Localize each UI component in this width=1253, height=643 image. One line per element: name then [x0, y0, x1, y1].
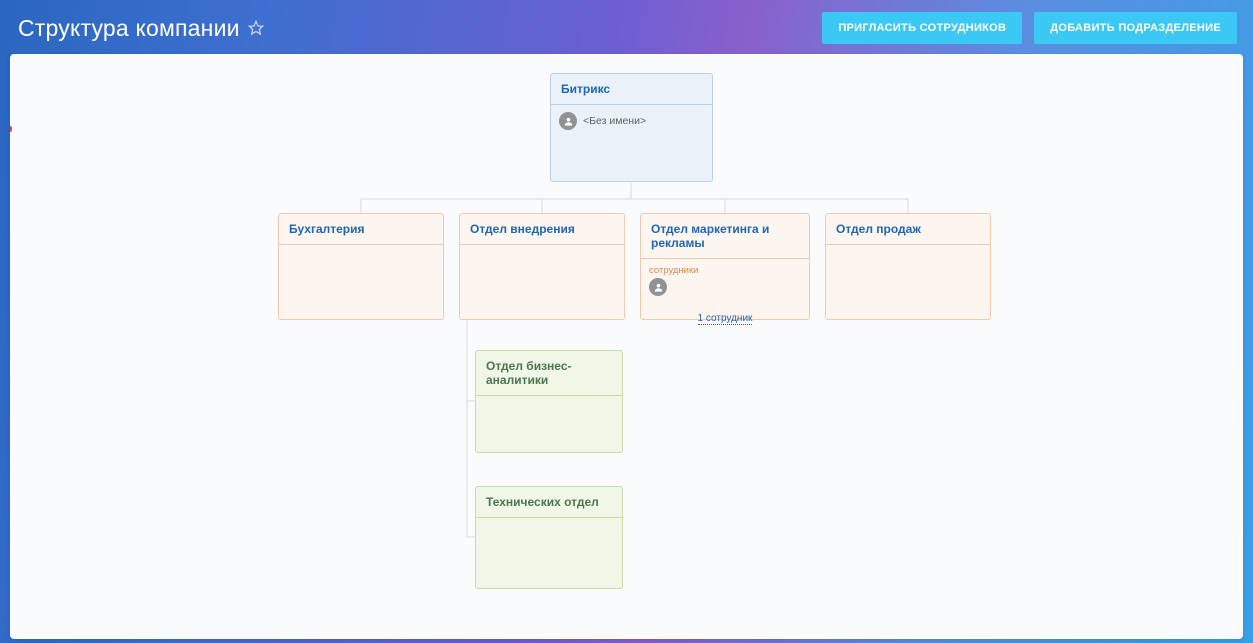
user-icon: [559, 112, 577, 130]
top-bar: Структура компании ПРИГЛАСИТЬ СОТРУДНИКО…: [0, 0, 1253, 54]
dept-card-tech[interactable]: Технических отдел: [475, 486, 623, 589]
add-department-button[interactable]: ДОБАВИТЬ ПОДРАЗДЕЛЕНИЕ: [1034, 12, 1237, 44]
dept-title: Бухгалтерия: [279, 214, 443, 245]
dept-title: Отдел внедрения: [460, 214, 624, 245]
dept-card-root[interactable]: Битрикс <Без имени>: [550, 73, 713, 182]
dept-card-sales[interactable]: Отдел продаж: [825, 213, 991, 320]
manager-name: <Без имени>: [583, 115, 646, 127]
manager-row[interactable]: <Без имени>: [559, 112, 704, 130]
dept-title: Технических отдел: [476, 487, 622, 518]
dept-card-marketing[interactable]: Отдел маркетинга и рекламы сотрудники 1 …: [640, 213, 810, 320]
invite-employees-button[interactable]: ПРИГЛАСИТЬ СОТРУДНИКОВ: [822, 12, 1022, 44]
dept-title: Отдел бизнес-аналитики: [476, 351, 622, 396]
org-chart-panel: Битрикс <Без имени> Бухгалтерия Отдел вн…: [10, 54, 1243, 639]
dept-body: сотрудники 1 сотрудник: [641, 259, 809, 331]
employee-count-link[interactable]: 1 сотрудник: [641, 313, 809, 324]
left-indicator: [10, 126, 12, 132]
dept-card-bi[interactable]: Отдел бизнес-аналитики: [475, 350, 623, 453]
employees-label: сотрудники: [649, 265, 801, 276]
favorite-star-icon[interactable]: [248, 20, 264, 36]
page-title: Структура компании: [18, 15, 240, 42]
dept-title: Отдел продаж: [826, 214, 990, 245]
user-icon[interactable]: [649, 278, 667, 296]
action-buttons: ПРИГЛАСИТЬ СОТРУДНИКОВ ДОБАВИТЬ ПОДРАЗДЕ…: [822, 12, 1237, 44]
dept-title: Отдел маркетинга и рекламы: [641, 214, 809, 259]
title-wrap: Структура компании: [18, 15, 264, 42]
dept-title: Битрикс: [551, 74, 712, 105]
dept-card-implementation[interactable]: Отдел внедрения: [459, 213, 625, 320]
dept-card-accounting[interactable]: Бухгалтерия: [278, 213, 444, 320]
dept-body: <Без имени>: [551, 105, 712, 137]
